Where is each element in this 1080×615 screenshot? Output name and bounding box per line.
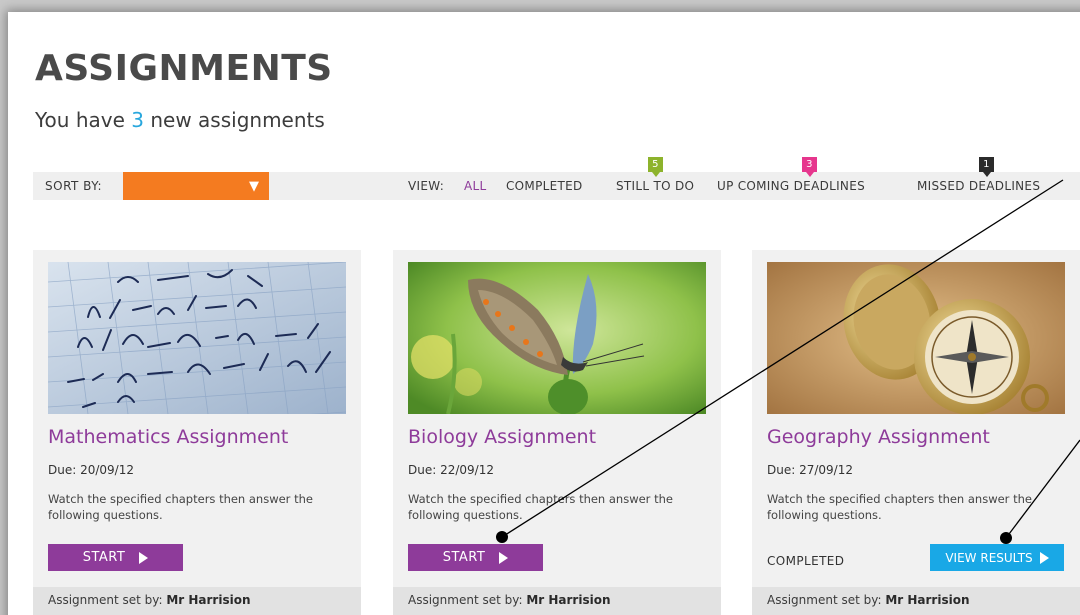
filter-missed-deadlines[interactable]: 1 MISSED DEADLINES xyxy=(917,157,1041,193)
butterfly-image xyxy=(408,262,706,414)
view-label: VIEW: xyxy=(408,179,445,193)
due-date: Due: 27/09/12 xyxy=(767,463,853,477)
set-by-label: Assignment set by: xyxy=(767,593,886,607)
teacher-name: Mr Harrision xyxy=(166,593,251,607)
assignment-title: Geography Assignment xyxy=(767,426,990,448)
assignment-summary: You have 3 new assignments xyxy=(35,108,325,132)
assignment-title: Mathematics Assignment xyxy=(48,426,289,448)
completed-status: COMPLETED xyxy=(767,554,845,568)
start-button[interactable]: START xyxy=(48,544,183,571)
start-button-label: START xyxy=(442,550,486,565)
filter-missed-deadlines-label: MISSED DEADLINES xyxy=(917,179,1041,193)
due-date: Due: 20/09/12 xyxy=(48,463,134,477)
assignment-card-biology: Biology Assignment Due: 22/09/12 Watch t… xyxy=(393,250,721,615)
filter-completed[interactable]: COMPLETED xyxy=(506,179,583,193)
assignment-card-mathematics: Mathematics Assignment Due: 20/09/12 Wat… xyxy=(33,250,361,615)
view-results-button[interactable]: VIEW RESULTS xyxy=(930,544,1064,571)
filter-upcoming-deadlines[interactable]: 3 UP COMING DEADLINES xyxy=(717,157,866,193)
view-results-label: VIEW RESULTS xyxy=(945,550,1033,565)
assignment-set-by: Assignment set by: Mr Harrision xyxy=(752,587,1080,615)
assignment-set-by: Assignment set by: Mr Harrision xyxy=(33,587,361,615)
play-arrow-icon xyxy=(499,551,509,564)
new-assignment-count: 3 xyxy=(131,108,144,132)
filter-still-to-do-label: STILL TO DO xyxy=(616,179,695,193)
sort-dropdown[interactable]: ▼ xyxy=(123,172,269,200)
teacher-name: Mr Harrision xyxy=(885,593,970,607)
math-formulas-image xyxy=(48,262,346,414)
play-arrow-icon xyxy=(139,551,149,564)
assignment-set-by: Assignment set by: Mr Harrision xyxy=(393,587,721,615)
upcoming-deadlines-count-badge: 3 xyxy=(802,157,817,177)
missed-deadlines-count-badge: 1 xyxy=(979,157,994,177)
assignment-card-geography: Geography Assignment Due: 27/09/12 Watch… xyxy=(752,250,1080,615)
page-title: ASSIGNMENTS xyxy=(35,48,333,89)
set-by-label: Assignment set by: xyxy=(408,593,527,607)
due-date: Due: 22/09/12 xyxy=(408,463,494,477)
assignment-description: Watch the specified chapters then answer… xyxy=(408,492,673,522)
still-to-do-count-badge: 5 xyxy=(648,157,663,177)
compass-image xyxy=(767,262,1065,414)
assignment-description: Watch the specified chapters then answer… xyxy=(767,492,1032,522)
play-arrow-icon xyxy=(1039,551,1049,564)
summary-prefix: You have xyxy=(35,108,132,132)
filter-upcoming-deadlines-label: UP COMING DEADLINES xyxy=(717,179,866,193)
filter-all[interactable]: ALL xyxy=(464,179,486,193)
assignment-title: Biology Assignment xyxy=(408,426,597,448)
teacher-name: Mr Harrision xyxy=(526,593,611,607)
set-by-label: Assignment set by: xyxy=(48,593,167,607)
start-button-label: START xyxy=(82,550,126,565)
filter-still-to-do[interactable]: 5 STILL TO DO xyxy=(616,157,695,193)
start-button[interactable]: START xyxy=(408,544,543,571)
sort-label: SORT BY: xyxy=(45,179,103,193)
dropdown-arrow-icon: ▼ xyxy=(249,179,259,194)
filter-toolbar: SORT BY: ▼ VIEW: ALL COMPLETED 5 STILL T… xyxy=(33,157,1080,200)
assignment-description: Watch the specified chapters then answer… xyxy=(48,492,313,522)
summary-suffix: new assignments xyxy=(144,108,325,132)
